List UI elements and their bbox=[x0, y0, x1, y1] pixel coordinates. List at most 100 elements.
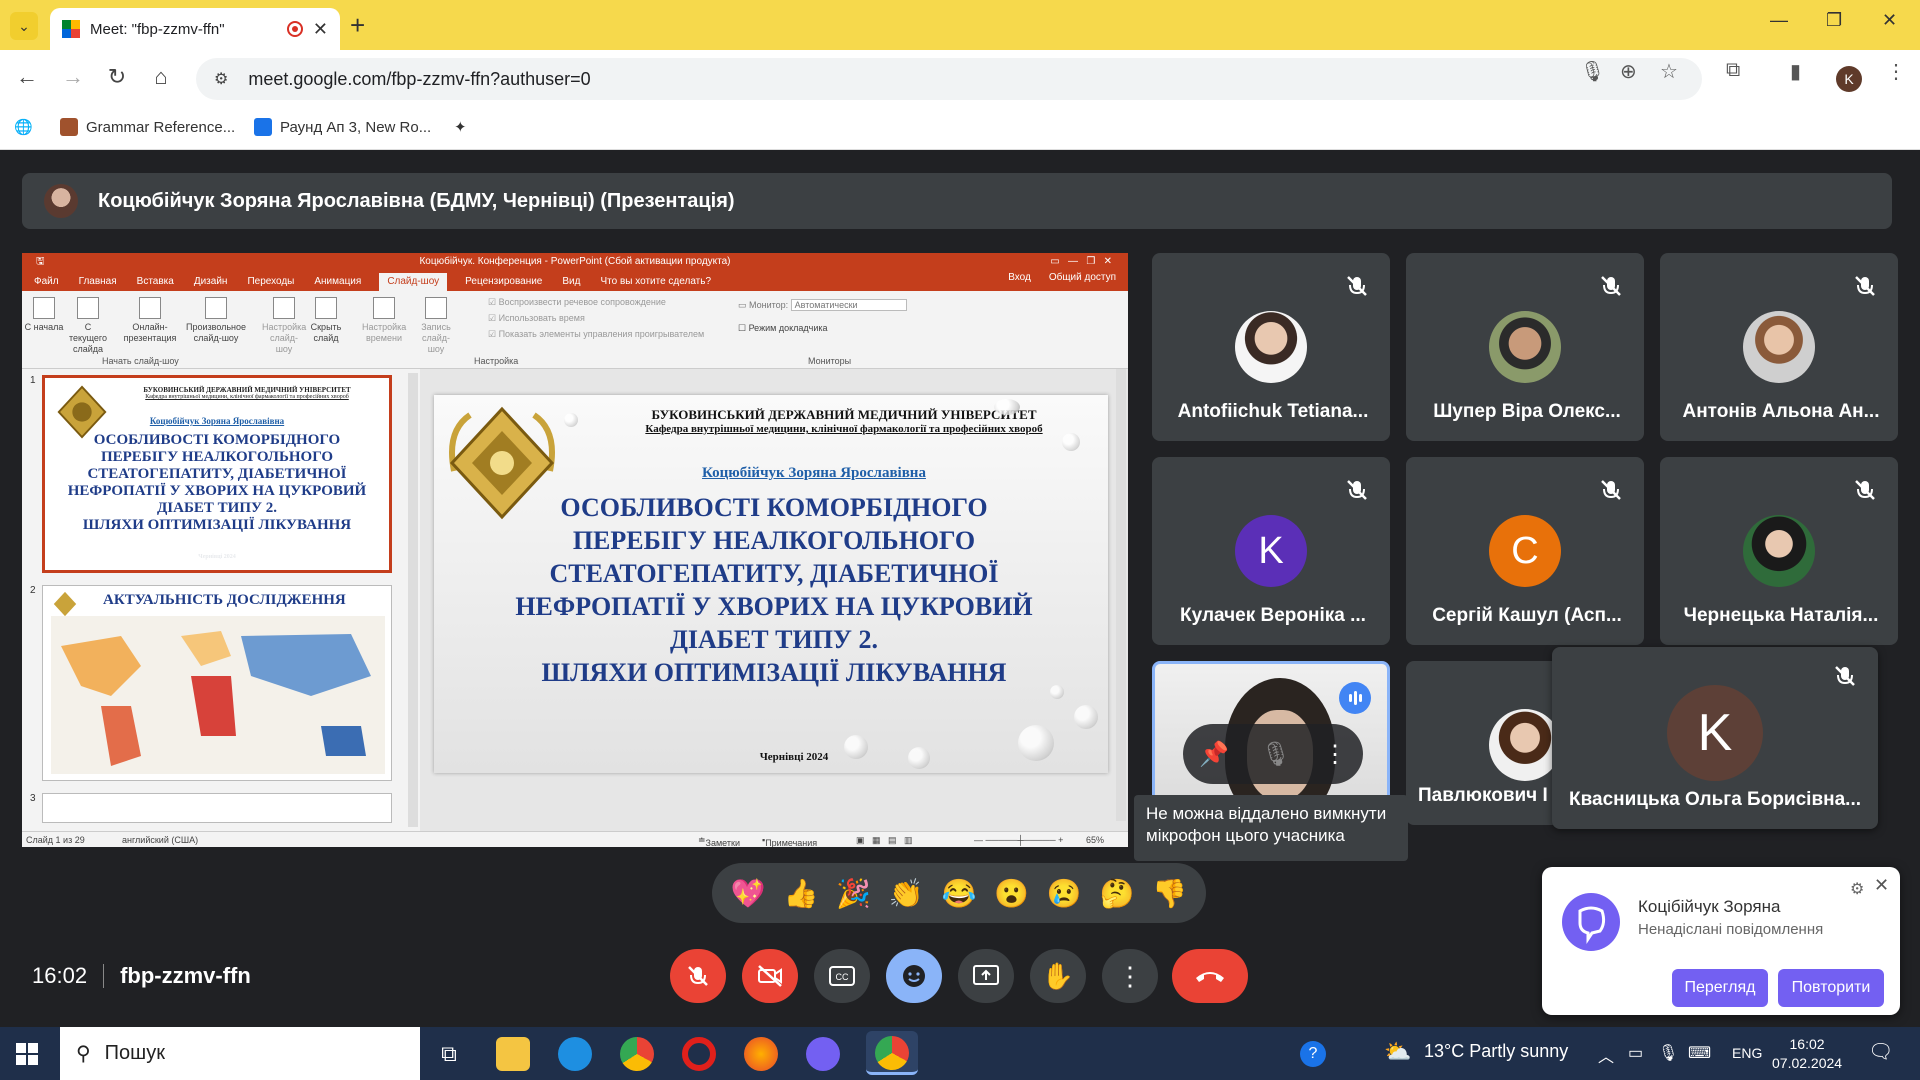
taskbar-search[interactable]: ⚲ Пошук bbox=[60, 1027, 420, 1080]
viber-taskbar-icon[interactable] bbox=[806, 1037, 840, 1071]
ppt-title-bar: Коцюбійчук. Конференция - PowerPoint (Сб… bbox=[22, 253, 1128, 271]
close-window-icon[interactable]: ✕ bbox=[1882, 10, 1897, 31]
task-view-icon[interactable]: ⧉ bbox=[432, 1037, 466, 1071]
rb-hide: Скрыть слайд bbox=[308, 297, 344, 344]
shared-screen: Коцюбійчук. Конференция - PowerPoint (Сб… bbox=[22, 253, 1128, 847]
emoji-icon bbox=[903, 965, 925, 987]
camera-toggle-button[interactable] bbox=[742, 949, 798, 1003]
participant-tile[interactable]: K Кулачек Вероніка ... bbox=[1152, 457, 1390, 645]
firefox-icon[interactable] bbox=[744, 1037, 778, 1071]
book-icon bbox=[60, 118, 78, 136]
pin-icon[interactable]: 📌 bbox=[1199, 740, 1229, 769]
end-call-icon bbox=[1196, 972, 1224, 982]
opera-icon[interactable] bbox=[682, 1037, 716, 1071]
notifications-icon[interactable]: 🗨 bbox=[1868, 1039, 1893, 1064]
google-photos-icon[interactable]: ✦ bbox=[454, 118, 467, 136]
reload-button[interactable]: ↻ bbox=[102, 64, 132, 90]
bookmark-round-up[interactable]: Раунд Ап 3, New Ro... bbox=[254, 118, 431, 136]
notification-view-button[interactable]: Перегляд bbox=[1672, 969, 1768, 1007]
mute-participant-icon[interactable]: 🎙 bbox=[1261, 740, 1291, 769]
clock-date: 07.02.2024 bbox=[1772, 1055, 1843, 1071]
ppt-ribbon: С начала С текущего слайда Онлайн-презен… bbox=[22, 291, 1128, 369]
reaction-thumbs-down-icon[interactable]: 👎 bbox=[1152, 877, 1187, 910]
side-panel-icon[interactable]: ▮ bbox=[1790, 59, 1801, 84]
tray-overflow-icon[interactable]: ︿ bbox=[1598, 1043, 1614, 1067]
participant-avatar-letter: C bbox=[1489, 515, 1561, 587]
windows-start-icon[interactable] bbox=[16, 1043, 38, 1065]
chrome-icon[interactable] bbox=[620, 1037, 654, 1071]
slide-thumbnail-2: АКТУАЛЬНІСТЬ ДОСЛІДЖЕННЯ bbox=[42, 585, 392, 781]
tray-mic-icon[interactable]: 🎙 bbox=[1658, 1043, 1678, 1063]
reaction-party-icon[interactable]: 🎉 bbox=[836, 877, 871, 910]
weather-text[interactable]: 13°C Partly sunny bbox=[1424, 1041, 1568, 1062]
participant-tile[interactable]: Антонів Альона Ан... bbox=[1660, 253, 1898, 441]
edge-icon[interactable] bbox=[558, 1037, 592, 1071]
tab-close-icon[interactable]: ✕ bbox=[313, 19, 328, 40]
participant-photo bbox=[1489, 311, 1561, 383]
tab-title: Meet: "fbp-zzmv-ffn" bbox=[90, 20, 225, 38]
self-view-tile[interactable]: 📌 🎙 ⋮ bbox=[1152, 661, 1390, 805]
captions-button[interactable]: CC bbox=[814, 949, 870, 1003]
participant-tile[interactable]: Шупер Віра Олекс... bbox=[1406, 253, 1644, 441]
tab-search-button[interactable]: ⌄ bbox=[10, 12, 38, 40]
slide-thumbnail-1: БУКОВИНСЬКИЙ ДЕРЖАВНИЙ МЕДИЧНИЙ УНІВЕРСИ… bbox=[42, 375, 392, 573]
reaction-thumbs-up-icon[interactable]: 👍 bbox=[784, 877, 819, 910]
forward-button[interactable]: → bbox=[58, 64, 88, 90]
leave-call-button[interactable] bbox=[1172, 949, 1248, 1003]
participant-tile-floating[interactable]: K Квасницька Ольга Борисівна... bbox=[1552, 647, 1878, 829]
more-options-icon[interactable]: ⋮ bbox=[1323, 740, 1347, 769]
reaction-clap-icon[interactable]: 👏 bbox=[889, 877, 924, 910]
address-bar[interactable]: ⚙ meet.google.com/fbp-zzmv-ffn?authuser=… bbox=[196, 58, 1702, 100]
home-button[interactable]: ⌂ bbox=[146, 64, 176, 90]
bookmark-star-icon[interactable]: ☆ bbox=[1660, 59, 1678, 84]
ppt-login: Вход bbox=[1008, 272, 1031, 283]
reaction-heart-icon[interactable]: 💖 bbox=[731, 877, 766, 910]
participant-tile[interactable]: Antofiichuk Tetiana... bbox=[1152, 253, 1390, 441]
browser-menu-icon[interactable]: ⋮ bbox=[1886, 59, 1906, 84]
site-info-icon[interactable]: ⚙ bbox=[214, 69, 228, 89]
chrome-active-window[interactable] bbox=[866, 1031, 918, 1075]
present-button[interactable] bbox=[958, 949, 1014, 1003]
ppt-tab-slideshow: Слайд-шоу bbox=[379, 273, 448, 291]
clock-time: 16:02 bbox=[1789, 1036, 1825, 1052]
participant-avatar-letter: K bbox=[1667, 685, 1763, 781]
weather-icon[interactable]: ⛅ bbox=[1384, 1039, 1411, 1065]
microphone-icon[interactable]: 🎙 bbox=[1580, 59, 1605, 84]
more-vert-icon: ⋮ bbox=[1117, 960, 1143, 991]
extensions-icon[interactable]: ⧉ bbox=[1726, 59, 1740, 82]
participant-tile[interactable]: Чернецька Наталія... bbox=[1660, 457, 1898, 645]
chk-presenter-view: ☐ Режим докладчика bbox=[738, 323, 828, 333]
bookmark-grammar[interactable]: Grammar Reference... bbox=[60, 118, 235, 136]
minimize-window-icon[interactable]: — bbox=[1770, 10, 1788, 31]
reaction-laugh-icon[interactable]: 😂 bbox=[942, 877, 977, 910]
google-meet-icon bbox=[62, 20, 80, 38]
raise-hand-button[interactable]: ✋ bbox=[1030, 949, 1086, 1003]
help-icon[interactable]: ? bbox=[1300, 1041, 1326, 1067]
zoom-icon[interactable]: ⊕ bbox=[1620, 59, 1637, 84]
browser-tab-meet[interactable]: Meet: "fbp-zzmv-ffn" ✕ bbox=[50, 8, 340, 50]
notification-settings-icon[interactable]: ⚙ bbox=[1850, 879, 1864, 899]
reactions-button[interactable] bbox=[886, 949, 942, 1003]
water-drop-decoration bbox=[1050, 685, 1064, 699]
globe-icon[interactable]: 🌐 bbox=[14, 118, 33, 136]
back-button[interactable]: ← bbox=[12, 64, 42, 90]
notification-close-icon[interactable]: ✕ bbox=[1874, 875, 1889, 896]
more-options-button[interactable]: ⋮ bbox=[1102, 949, 1158, 1003]
thumb-university: БУКОВИНСЬКИЙ ДЕРЖАВНИЙ МЕДИЧНИЙ УНІВЕРСИ… bbox=[143, 386, 351, 394]
notification-retry-button[interactable]: Повторити bbox=[1778, 969, 1884, 1007]
reaction-sad-icon[interactable]: 😢 bbox=[1047, 877, 1082, 910]
mic-off-icon bbox=[1601, 276, 1621, 296]
mic-toggle-button[interactable] bbox=[670, 949, 726, 1003]
restore-window-icon[interactable]: ❐ bbox=[1826, 10, 1842, 31]
reaction-surprised-icon[interactable]: 😮 bbox=[994, 877, 1029, 910]
input-language[interactable]: ENG bbox=[1732, 1045, 1762, 1061]
new-tab-button[interactable]: + bbox=[350, 10, 365, 41]
file-explorer-icon[interactable] bbox=[496, 1037, 530, 1071]
network-icon[interactable]: ▭ bbox=[1628, 1043, 1643, 1063]
participant-tile[interactable]: C Сергій Кашул (Асп... bbox=[1406, 457, 1644, 645]
water-drop-decoration bbox=[1062, 433, 1080, 451]
reaction-thinking-icon[interactable]: 🤔 bbox=[1099, 877, 1134, 910]
system-clock[interactable]: 16:02 07.02.2024 bbox=[1772, 1035, 1842, 1073]
profile-avatar[interactable]: K bbox=[1836, 66, 1862, 92]
keyboard-icon[interactable]: ⌨ bbox=[1688, 1043, 1711, 1063]
